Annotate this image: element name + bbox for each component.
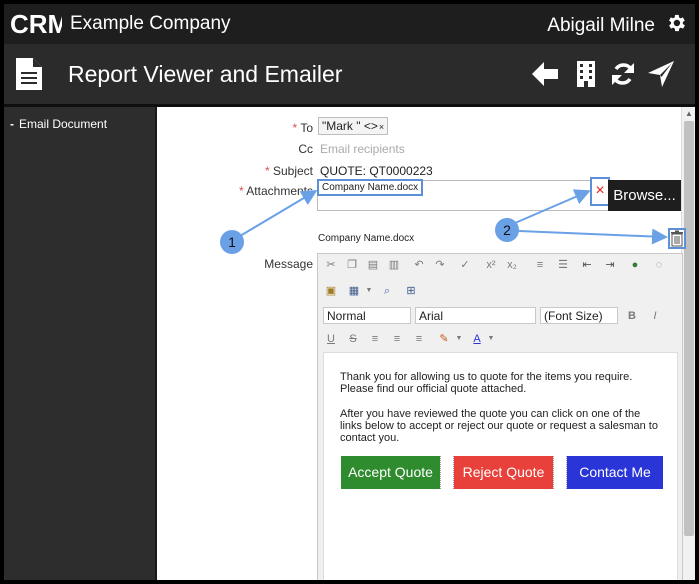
subject-input[interactable]: QUOTE: QT0000223 <box>320 164 433 178</box>
document-icon <box>16 58 42 90</box>
superscript-icon[interactable]: x² <box>484 258 498 272</box>
table-icon[interactable]: ▦ <box>347 284 361 298</box>
indent-icon[interactable]: ⇥ <box>603 258 617 272</box>
sidebar-item-email-document[interactable]: - Email Document <box>10 117 107 131</box>
editor-toolbar-row-2: ▣ ▦ ▼ ⌕ ⊞ <box>318 280 682 302</box>
attachment-filename: Company Name.docx <box>317 179 424 196</box>
required-mark: * <box>238 184 244 198</box>
text-color-icon[interactable]: A <box>470 332 484 346</box>
rich-text-editor: ✂ ❐ ▤ ▥ ↶ ↷ ✓ x² x₂ ≡ ☰ ⇤ ⇥ ● ◌ ▣ ▦ ▼ ⌕ … <box>317 253 683 580</box>
outdent-icon[interactable]: ⇤ <box>580 258 594 272</box>
building-icon[interactable] <box>571 59 601 89</box>
cut-icon[interactable]: ✂ <box>324 258 338 272</box>
attachments-label-text: Attachments <box>246 184 313 198</box>
back-arrow-icon[interactable] <box>530 59 560 89</box>
align-center-icon[interactable]: ≡ <box>390 332 404 346</box>
trash-icon[interactable] <box>668 228 686 249</box>
font-select[interactable]: Arial <box>415 307 536 324</box>
collapse-dash-icon: - <box>10 117 14 131</box>
top-bar: CRM Example Company Abigail Milne <box>4 4 695 44</box>
scroll-up-icon[interactable]: ▲ <box>684 109 694 119</box>
to-recipient-chip[interactable]: "Mark " <>× <box>318 117 389 135</box>
crm-logo[interactable]: CRM <box>10 11 62 37</box>
send-icon[interactable] <box>646 59 676 89</box>
accept-quote-button[interactable]: Accept Quote <box>341 456 440 489</box>
bold-icon[interactable]: B <box>625 309 639 323</box>
to-label-text: To <box>300 121 313 135</box>
attachments-label: * Attachments <box>239 184 313 198</box>
image-icon[interactable]: ▣ <box>324 284 338 298</box>
editor-toolbar-row-1: ✂ ❐ ▤ ▥ ↶ ↷ ✓ x² x₂ ≡ ☰ ⇤ ⇥ ● ◌ <box>318 254 682 276</box>
editor-toolbar-row-3: Normal Arial (Font Size) B I <box>318 304 682 326</box>
table-dropdown-icon[interactable]: ▼ <box>362 284 376 298</box>
contact-me-button[interactable]: Contact Me <box>567 456 663 489</box>
sidebar: - Email Document <box>4 107 157 580</box>
button-separator <box>553 456 567 489</box>
link-icon[interactable]: ● <box>628 258 642 272</box>
paste-icon[interactable]: ▤ <box>366 258 380 272</box>
spellcheck-icon[interactable]: ✓ <box>458 258 472 272</box>
browse-button[interactable]: Browse... <box>608 180 681 211</box>
callout-2: 2 <box>495 218 519 242</box>
recipient-name: "Mark " <> <box>322 119 378 133</box>
sidebar-item-label: Email Document <box>19 117 108 131</box>
highlight-dropdown-icon[interactable]: ▼ <box>452 332 466 346</box>
message-paragraph-2: After you have reviewed the quote you ca… <box>340 408 658 444</box>
to-label: * To <box>293 121 313 135</box>
paste-word-icon[interactable]: ▥ <box>387 258 401 272</box>
font-size-select[interactable]: (Font Size) <box>540 307 618 324</box>
cc-label: Cc <box>298 142 313 156</box>
find-icon[interactable]: ⌕ <box>380 284 394 298</box>
callout-2-arrow-trash <box>518 228 668 245</box>
callout-1: 1 <box>220 230 244 254</box>
redo-icon[interactable]: ↷ <box>433 258 447 272</box>
page-title: Report Viewer and Emailer <box>68 61 343 87</box>
message-label: Message <box>264 257 313 271</box>
subject-label-text: Subject <box>272 164 313 178</box>
subscript-icon[interactable]: x₂ <box>505 258 519 272</box>
align-left-icon[interactable]: ≡ <box>368 332 382 346</box>
required-mark: * <box>292 121 298 135</box>
required-mark: * <box>264 164 270 178</box>
underline-icon[interactable]: U <box>324 332 338 346</box>
reject-quote-button[interactable]: Reject Quote <box>454 456 553 489</box>
unlink-icon[interactable]: ◌ <box>652 258 666 272</box>
subject-label: * Subject <box>265 164 313 178</box>
crm-logo-text: CRM <box>10 11 62 37</box>
callout-1-arrow <box>239 189 318 237</box>
app-window: CRM Example Company Abigail Milne Report… <box>4 4 695 580</box>
italic-icon[interactable]: I <box>648 309 662 323</box>
cc-input[interactable]: Email recipients <box>320 142 405 156</box>
scroll-thumb[interactable] <box>684 121 694 536</box>
highlight-color-icon[interactable]: ✎ <box>437 332 451 346</box>
strikethrough-icon[interactable]: S <box>346 332 360 346</box>
attached-file-link[interactable]: Company Name.docx <box>318 233 414 244</box>
align-right-icon[interactable]: ≡ <box>412 332 426 346</box>
text-color-dropdown-icon[interactable]: ▼ <box>484 332 498 346</box>
undo-icon[interactable]: ↶ <box>412 258 426 272</box>
copy-icon[interactable]: ❐ <box>345 258 359 272</box>
message-paragraph-1: Thank you for allowing us to quote for t… <box>340 371 633 395</box>
numbered-list-icon[interactable]: ≡ <box>533 258 547 272</box>
editor-toolbar-row-4: U S ≡ ≡ ≡ ✎ ▼ A ▼ <box>318 328 682 350</box>
gear-icon[interactable] <box>665 12 687 34</box>
bullet-list-icon[interactable]: ☰ <box>556 258 570 272</box>
company-name: Example Company <box>70 13 231 34</box>
refresh-icon[interactable] <box>608 59 638 89</box>
title-bar: Report Viewer and Emailer <box>4 44 695 107</box>
user-name[interactable]: Abigail Milne <box>547 15 655 37</box>
remove-recipient-icon[interactable]: × <box>379 122 384 132</box>
maximize-icon[interactable]: ⊞ <box>404 284 418 298</box>
remove-attachment-icon[interactable]: × <box>590 177 610 206</box>
editor-body[interactable]: Thank you for allowing us to quote for t… <box>323 352 678 580</box>
button-separator <box>440 456 454 489</box>
page-scrollbar[interactable]: ▲ <box>681 107 695 580</box>
format-select[interactable]: Normal <box>323 307 411 324</box>
